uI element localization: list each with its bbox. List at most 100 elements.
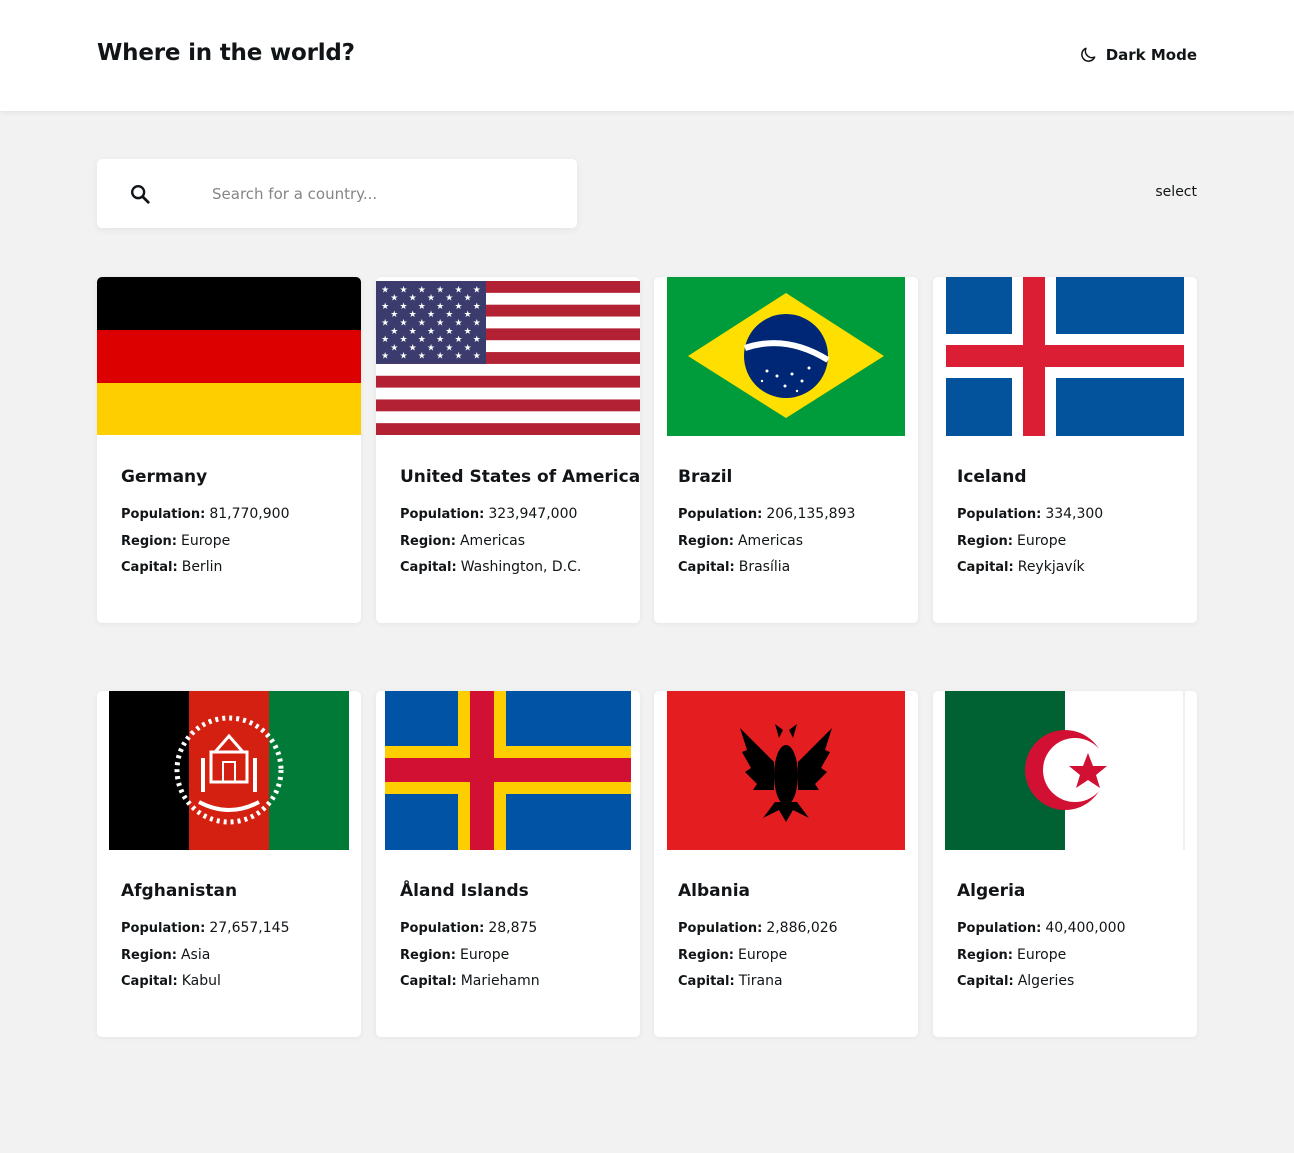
country-name: Åland Islands: [400, 881, 529, 901]
search-input[interactable]: [212, 179, 552, 209]
capital-label: Capital:: [400, 974, 457, 989]
capital-value: Kabul: [181, 973, 221, 989]
population-label: Population:: [678, 921, 763, 936]
population-value: 206,135,893: [766, 506, 856, 522]
capital-line: Capital: Berlin: [121, 559, 222, 575]
capital-label: Capital:: [400, 560, 457, 575]
region-line: Region: Americas: [678, 533, 803, 549]
region-label: Region:: [121, 534, 177, 549]
region-line: Region: Europe: [400, 947, 509, 963]
capital-value: Berlin: [181, 559, 223, 575]
capital-value: Washington, D.C.: [460, 559, 582, 575]
country-card-brazil[interactable]: Brazil Population: 206,135,893 Region: Ame…: [654, 277, 918, 623]
region-label: Region:: [121, 948, 177, 963]
svg-text:★: ★: [409, 310, 417, 320]
svg-text:★: ★: [427, 343, 435, 353]
capital-value: Reykjavík: [1017, 559, 1085, 575]
population-value: 323,947,000: [488, 506, 578, 522]
country-name: United States of America: [400, 467, 640, 487]
svg-text:★: ★: [418, 302, 426, 312]
svg-text:★: ★: [445, 310, 453, 320]
region-line: Region: Europe: [121, 533, 230, 549]
population-line: Population: 323,947,000: [400, 506, 577, 522]
region-value: Americas: [459, 533, 526, 549]
population-value: 28,875: [488, 920, 538, 936]
capital-value: Brasília: [738, 559, 791, 575]
flag-brazil: [654, 277, 918, 437]
region-value: Europe: [459, 947, 510, 963]
svg-text:★: ★: [464, 310, 472, 320]
capital-label: Capital:: [957, 560, 1014, 575]
svg-text:★: ★: [464, 294, 472, 304]
svg-text:★: ★: [418, 285, 426, 295]
region-label: Region:: [678, 534, 734, 549]
svg-text:★: ★: [409, 294, 417, 304]
svg-text:★: ★: [390, 343, 398, 353]
svg-text:★: ★: [409, 327, 417, 337]
app-title: Where in the world?: [97, 40, 355, 66]
dark-mode-label: Dark Mode: [1105, 46, 1197, 64]
country-card-iceland[interactable]: Iceland Population: 334,300 Region: Europe…: [933, 277, 1197, 623]
region-value: Europe: [1016, 947, 1067, 963]
region-line: Region: Europe: [678, 947, 787, 963]
flag-aland-islands: [376, 691, 640, 851]
svg-text:★: ★: [390, 327, 398, 337]
svg-text:★: ★: [381, 285, 389, 295]
flag-algeria: [933, 691, 1197, 851]
capital-value: Tirana: [738, 973, 783, 989]
country-name: Albania: [678, 881, 751, 901]
svg-text:★: ★: [427, 294, 435, 304]
region-value: Americas: [737, 533, 804, 549]
region-label: Region:: [957, 534, 1013, 549]
flag-albania: [654, 691, 918, 851]
capital-line: Capital: Reykjavík: [957, 559, 1085, 575]
population-line: Population: 206,135,893: [678, 506, 855, 522]
region-filter-select[interactable]: select: [1155, 184, 1197, 200]
country-card-algeria[interactable]: Algeria Population: 40,400,000 Region: Eur…: [933, 691, 1197, 1037]
region-line: Region: Asia: [121, 947, 210, 963]
flag-usa: ★ ★ ★ ★ ★ ★ ★ ★ ★ ★ ★ ★ ★ ★ ★ ★ ★ ★ ★ ★ ★ ★ ★ ★ ★ ★ ★ ★ ★ ★ ★ ★ ★ ★ ★ ★ ★ ★ ★ ★…: [376, 277, 640, 437]
capital-value: Mariehamn: [460, 973, 540, 989]
svg-text:★: ★: [454, 302, 462, 312]
region-label: Region:: [400, 948, 456, 963]
country-card-usa[interactable]: ★ ★ ★ ★ ★ ★ ★ ★ ★ ★ ★ ★ ★ ★ ★ ★ ★ ★ ★ ★ ★ ★ ★ ★ ★ ★ ★ ★ ★ ★ ★ ★ ★ ★ ★ ★ ★ ★ ★ ★…: [376, 277, 640, 623]
svg-text:★: ★: [399, 302, 407, 312]
svg-text:★: ★: [473, 285, 481, 295]
region-value: Asia: [180, 947, 211, 963]
svg-text:★: ★: [418, 352, 426, 362]
region-label: Region:: [957, 948, 1013, 963]
svg-text:★: ★: [427, 310, 435, 320]
country-card-albania[interactable]: Albania Population: 2,886,026 Region: Euro…: [654, 691, 918, 1037]
population-label: Population:: [957, 921, 1042, 936]
svg-text:★: ★: [436, 285, 444, 295]
search-icon: [131, 185, 150, 204]
svg-text:★: ★: [390, 310, 398, 320]
population-line: Population: 27,657,145: [121, 920, 289, 936]
svg-text:★: ★: [473, 302, 481, 312]
population-label: Population:: [121, 507, 206, 522]
region-line: Region: Americas: [400, 533, 525, 549]
population-value: 81,770,900: [209, 506, 290, 522]
svg-text:★: ★: [399, 318, 407, 328]
population-value: 40,400,000: [1045, 920, 1126, 936]
country-name: Algeria: [957, 881, 1026, 901]
svg-text:★: ★: [445, 343, 453, 353]
capital-line: Capital: Mariehamn: [400, 973, 540, 989]
flag-germany: [97, 277, 361, 437]
population-line: Population: 2,886,026: [678, 920, 838, 936]
dark-mode-toggle[interactable]: Dark Mode: [1078, 45, 1197, 65]
population-label: Population:: [400, 921, 485, 936]
svg-text:★: ★: [454, 318, 462, 328]
svg-text:★: ★: [399, 285, 407, 295]
population-line: Population: 40,400,000: [957, 920, 1125, 936]
svg-text:★: ★: [445, 327, 453, 337]
country-card-afghanistan[interactable]: Afghanistan Population: 27,657,145 Region…: [97, 691, 361, 1037]
search-box[interactable]: [97, 159, 577, 228]
svg-text:★: ★: [418, 318, 426, 328]
region-label: Region:: [400, 534, 456, 549]
country-card-germany[interactable]: Germany Population: 81,770,900 Region: Eur…: [97, 277, 361, 623]
country-card-aland-islands[interactable]: Åland Islands Population: 28,875 Region: E…: [376, 691, 640, 1037]
population-value: 334,300: [1045, 506, 1104, 522]
svg-text:★: ★: [436, 318, 444, 328]
capital-line: Capital: Kabul: [121, 973, 221, 989]
